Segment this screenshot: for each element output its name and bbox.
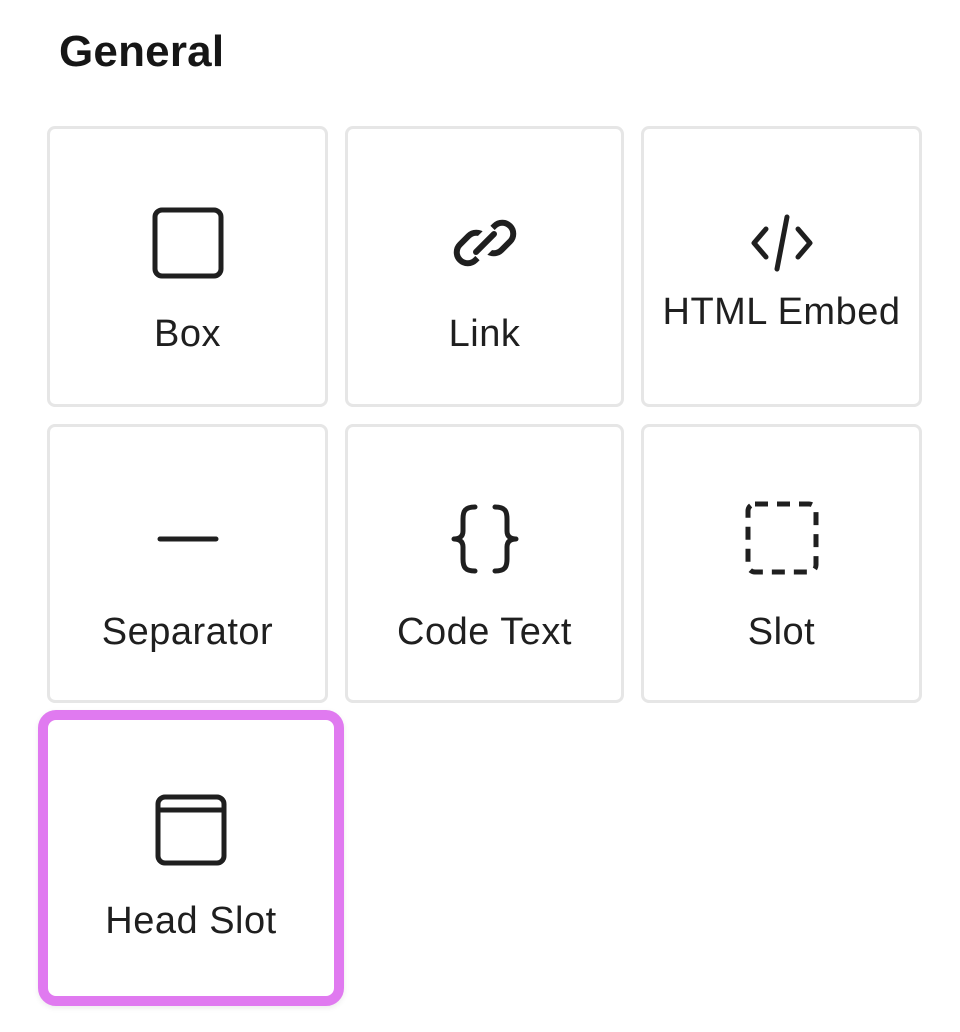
component-tile-slot[interactable]: Slot [641,424,922,703]
curly-braces-icon [445,501,525,581]
component-tile-link[interactable]: Link [345,126,624,407]
component-tile-box[interactable]: Box [47,126,328,407]
tile-label: Link [448,313,521,355]
tile-label: HTML Embed [662,291,901,333]
dashed-box-icon [742,501,822,581]
tile-label: Code Text [397,611,572,653]
separator-icon [148,501,228,581]
component-tile-head-slot[interactable]: Head Slot [38,710,344,1006]
head-slot-icon [151,790,231,870]
section-title: General [59,27,225,76]
component-tile-code-text[interactable]: Code Text [345,424,624,703]
tile-label: Head Slot [105,900,277,942]
link-icon [445,203,525,283]
code-embed-icon [742,203,822,283]
component-tile-html-embed[interactable]: HTML Embed [641,126,922,407]
tile-label: Slot [747,611,816,653]
tile-label: Separator [101,611,274,653]
box-icon [148,203,228,283]
component-tile-separator[interactable]: Separator [47,424,328,703]
tile-label: Box [154,313,221,355]
